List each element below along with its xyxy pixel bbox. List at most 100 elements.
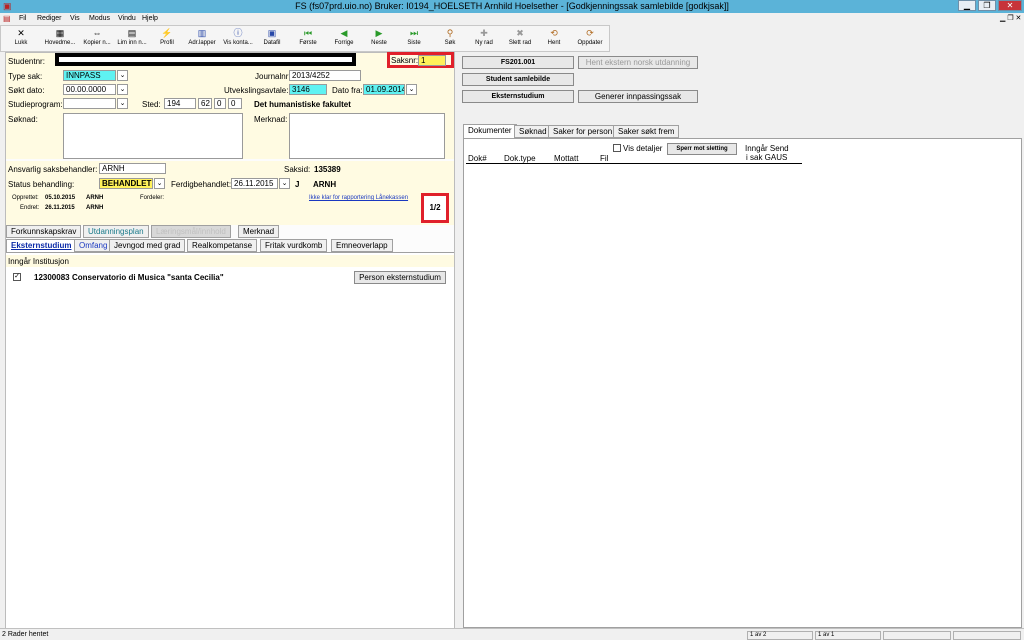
tab-soknad[interactable]: Søknad [514,125,552,138]
tab-saker-sokt-frem[interactable]: Saker søkt frem [613,125,680,138]
status-bar: 2 Rader hentet 1 av 2 1 av 1 [0,628,1024,640]
ferdig-field[interactable]: 26.11.2015 [231,178,278,189]
profil-button[interactable]: ⚡ Profil [153,26,181,51]
eksternstudium-button[interactable]: Eksternstudium [462,90,574,103]
tab-dokumenter[interactable]: Dokumenter [463,124,517,138]
minimize-button[interactable]: ▁ [958,0,976,11]
chevron-down-icon: ⌄ [119,72,126,79]
hent-ekstern-button[interactable]: Hent ekstern norsk utdanning [578,56,698,69]
oppdater-button[interactable]: ⟳ Oppdater [574,26,606,51]
utveksling-field[interactable]: 3146 [289,84,327,95]
journalnr-label: Journalnr: [255,72,291,81]
tab-omfang[interactable]: Omfang [74,239,113,252]
typesak-field[interactable]: INNPASS [63,70,116,81]
journalnr-field[interactable]: 2013/4252 [289,70,361,81]
lanekassen-link[interactable]: Ikke klar for rapportering Lånekassen [309,195,408,201]
neste-button[interactable]: ▶ Neste [366,26,392,51]
status-record-position: 1 av 2 [747,631,813,640]
studieprogram-dropdown[interactable]: ⌄ [117,98,128,109]
kopier-button[interactable]: ⇔ Kopier n... [79,26,115,51]
inngar-send-header: Inngår Send [745,144,789,153]
ferdig-label: Ferdigbehandlet: [171,180,232,189]
institusjon-name: Conservatorio di Musica "santa Cecilia" [72,273,224,282]
siste-button[interactable]: ⏭ Siste [401,26,427,51]
hent-button[interactable]: ⟲ Hent [543,26,565,51]
studentnr-label: Studentnr: [8,57,45,66]
tab-utdanningsplan[interactable]: Utdanningsplan [83,225,149,238]
inngar-checkbox[interactable]: ✓ [13,273,21,281]
sted-field-3[interactable]: 0 [214,98,226,109]
datafile-icon: ▣ [267,28,277,38]
mdi-controls[interactable]: ▁ ❐ ✕ [1000,14,1021,22]
ansvarlig-label: Ansvarlig saksbehandler: [8,165,98,174]
sted-field-1[interactable]: 194 [164,98,196,109]
datofra-dropdown[interactable]: ⌄ [406,84,417,95]
eksternstudium-header [6,255,454,267]
tab-eksternstudium[interactable]: Eksternstudium [6,239,77,252]
ansvarlig-field[interactable]: ARNH [99,163,166,174]
student-samlebilde-button[interactable]: Student samlebilde [462,73,574,86]
tab-merknad[interactable]: Merknad [238,225,280,238]
forste-button[interactable]: ⏮ Første [295,26,321,51]
restore-button[interactable]: ❐ [978,0,996,11]
generer-innpassingssak-button[interactable]: Generer innpassingssak [578,90,698,103]
soktdato-field[interactable]: 00.00.0000 [63,84,116,95]
saksnr-field[interactable]: 1 [418,55,446,66]
sted-field-2[interactable]: 62 [198,98,212,109]
adr-lapper-button[interactable]: ▥ Adr.lapper [185,26,219,51]
toolbar: ✕ Lukk ▦ Hovedme... ⇔ Kopier n... ▤ Lim inn … [0,25,610,52]
datafil-button[interactable]: ▣ Datafil [259,26,285,51]
sok-button[interactable]: ⚲ Søk [438,26,462,51]
tab-jevngod[interactable]: Jevngod med grad [109,239,186,252]
menu-rediger[interactable]: Rediger [37,15,62,22]
tab-realkompetanse[interactable]: Realkompetanse [187,239,258,252]
close-window-button[interactable]: ✕ [998,0,1022,11]
lukk-button[interactable]: ✕ Lukk [5,26,37,51]
tab-saker-for-person[interactable]: Saker for person [548,125,618,138]
title-bar: ▣ FS (fs07prd.uio.no) Bruker: I0194_HOEL… [0,0,1024,13]
studieprogram-field[interactable] [63,98,116,109]
tab-laeringsmal[interactable]: Læringsmål/innhold [151,225,231,238]
column-fil: Fil [600,154,609,163]
menu-modus[interactable]: Modus [89,15,110,22]
tab-emneoverlapp[interactable]: Emneoverlapp [331,239,393,252]
fakultet-name: Det humanistiske fakultet [254,100,351,109]
tab-forkunnskapskrav[interactable]: Forkunnskapskrav [6,225,82,238]
status-message: 2 Rader hentet [2,631,49,638]
fs201-button[interactable]: FS201.001 [462,56,574,69]
slett-rad-button[interactable]: ✖ Slett rad [505,26,535,51]
opprettet-label: Opprettet: [12,195,39,201]
previous-icon: ◀ [340,28,348,38]
status-dropdown[interactable]: ⌄ [154,178,165,189]
sted-label: Sted: [142,100,161,109]
soktdato-label: Søkt dato: [8,86,45,95]
vis-detaljer-label: Vis detaljer [623,144,663,153]
ferdig-flag: J [295,180,300,189]
person-eksternstudium-button[interactable]: Person eksternstudium [354,271,446,284]
soktdato-dropdown[interactable]: ⌄ [117,84,128,95]
sperr-mot-sletting-button[interactable]: Sperr mot sletting [667,143,737,155]
vis-detaljer-checkbox[interactable] [613,144,621,152]
status-field[interactable]: BEHANDLET [99,178,153,189]
typesak-dropdown[interactable]: ⌄ [117,70,128,81]
datofra-field[interactable]: 01.09.2014 [363,84,405,95]
ferdig-dropdown[interactable]: ⌄ [279,178,290,189]
hovedmeny-button[interactable]: ▦ Hovedme... [41,26,79,51]
menu-fil[interactable]: Fil [19,15,26,22]
menu-vis[interactable]: Vis [70,15,80,22]
merknad-textarea[interactable] [289,113,445,159]
vis-kontakt-button[interactable]: ⓘ Vis konta... [219,26,257,51]
check-icon: ✓ [14,273,20,280]
menu-hjelp[interactable]: Hjelp [142,15,158,22]
saksnr-label: Saksnr: [391,56,419,65]
ny-rad-button[interactable]: ✚ Ny rad [471,26,497,51]
tab-fritak-vurdkomb[interactable]: Fritak vurdkomb [260,239,328,252]
studentnr-field[interactable] [55,53,356,66]
studieprogram-label: Studieprogram: [8,100,63,109]
menu-vindu[interactable]: Vindu [118,15,136,22]
status-block-position: 1 av 1 [815,631,881,640]
sted-field-4[interactable]: 0 [228,98,242,109]
lim-inn-button[interactable]: ▤ Lim inn n... [114,26,150,51]
soknad-textarea[interactable] [63,113,243,159]
forrige-button[interactable]: ◀ Forrige [330,26,358,51]
